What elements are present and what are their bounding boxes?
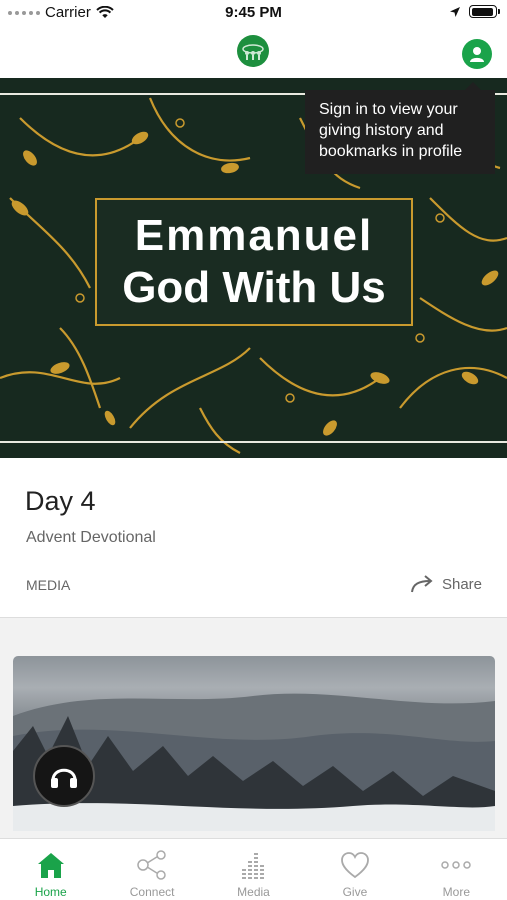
tab-label: More bbox=[442, 885, 470, 899]
more-dots-icon bbox=[441, 861, 472, 869]
battery-level bbox=[471, 7, 494, 16]
hero-title: Emmanuel bbox=[134, 211, 374, 260]
share-label: Share bbox=[441, 575, 482, 593]
location-arrow-icon bbox=[450, 6, 460, 17]
tab-bar: Home Connect Media Give More bbox=[0, 838, 507, 900]
share-nodes-icon bbox=[137, 850, 166, 880]
snowy-forest-image bbox=[13, 693, 495, 831]
tab-label: Media bbox=[237, 885, 270, 899]
status-bar: Carrier 9:45 PM bbox=[0, 0, 507, 26]
card-category: MEDIA bbox=[26, 577, 71, 593]
tab-media[interactable]: Media bbox=[203, 839, 304, 900]
card-title: Day 4 bbox=[25, 486, 96, 516]
content-card[interactable]: Day 4 Advent Devotional MEDIA Share bbox=[0, 458, 507, 618]
media-card-image[interactable] bbox=[13, 656, 495, 831]
sign-in-tooltip[interactable]: Sign in to view your giving history and … bbox=[305, 82, 495, 174]
tab-more[interactable]: More bbox=[406, 839, 507, 900]
nav-bar bbox=[0, 26, 507, 78]
headphones-icon bbox=[51, 768, 77, 788]
tab-label: Home bbox=[34, 885, 67, 899]
status-time: 9:45 PM bbox=[225, 4, 282, 21]
tab-label: Give bbox=[342, 885, 368, 899]
user-icon bbox=[470, 47, 484, 62]
share-button[interactable]: Share bbox=[410, 574, 482, 594]
tab-home[interactable]: Home bbox=[0, 839, 101, 900]
audio-play-button[interactable] bbox=[33, 745, 95, 807]
hero-subtitle: God With Us bbox=[122, 263, 386, 312]
home-icon bbox=[37, 853, 64, 878]
tab-connect[interactable]: Connect bbox=[101, 839, 202, 900]
card-subtitle: Advent Devotional bbox=[26, 529, 156, 546]
tab-give[interactable]: Give bbox=[304, 839, 405, 900]
church-logo-icon[interactable] bbox=[237, 35, 269, 67]
hero-title-box: Emmanuel God With Us bbox=[95, 198, 413, 326]
tab-label: Connect bbox=[129, 885, 175, 899]
equalizer-icon bbox=[241, 853, 264, 879]
share-arrow-icon bbox=[410, 575, 433, 593]
hero-bottom-rule bbox=[0, 441, 507, 443]
battery-icon bbox=[469, 5, 500, 18]
profile-button[interactable] bbox=[462, 39, 492, 69]
heart-icon bbox=[341, 852, 369, 879]
